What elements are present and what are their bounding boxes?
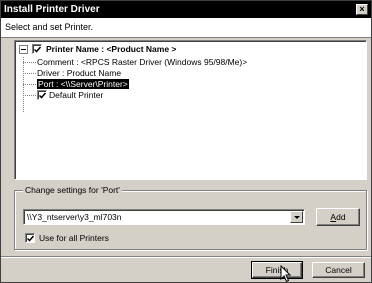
dropdown-arrow-icon[interactable] <box>290 211 303 223</box>
instruction-banner: Select and set Printer. <box>1 18 371 38</box>
tree-node-printer-name[interactable]: Printer Name : <Product Name > <box>46 44 176 55</box>
port-combobox-value: \\Y3_ntserver\y3_ml703n <box>27 212 122 222</box>
port-combobox[interactable]: \\Y3_ntserver\y3_ml703n <box>23 209 305 225</box>
tree-node-comment[interactable]: Comment : <RPCS Raster Driver (Windows 9… <box>37 57 247 68</box>
tree-node-port-label: Port : <\\Server\Printer> <box>37 79 129 89</box>
checkmark-icon <box>34 46 41 53</box>
tree-connector-line <box>23 95 36 96</box>
close-icon[interactable]: × <box>356 4 368 15</box>
default-printer-checkbox[interactable] <box>37 90 47 100</box>
printer-name-checkbox[interactable] <box>32 44 42 54</box>
window-title: Install Printer Driver <box>4 4 100 15</box>
use-for-all-printers-checkbox[interactable] <box>25 233 35 243</box>
checkmark-icon <box>27 235 34 242</box>
tree-connector-line <box>23 73 36 74</box>
tree-connector-line <box>23 62 36 63</box>
footer-divider-highlight <box>1 257 371 258</box>
add-button[interactable]: Add <box>316 208 360 226</box>
port-settings-group: Change settings for 'Port' \\Y3_ntserver… <box>14 185 367 250</box>
checkmark-icon <box>39 92 46 99</box>
install-printer-driver-window: Install Printer Driver × Select and set … <box>0 0 372 283</box>
tree-node-driver[interactable]: Driver : Product Name <box>37 68 121 79</box>
tree-node-port[interactable]: Port : <\\Server\Printer> <box>37 79 129 90</box>
instruction-text: Select and set Printer. <box>5 22 94 32</box>
finish-button[interactable]: Finish <box>251 261 303 279</box>
tree-node-default-printer[interactable]: Default Printer <box>49 90 103 101</box>
mouse-pointer-icon <box>280 265 292 283</box>
port-settings-group-label: Change settings for 'Port' <box>23 185 122 196</box>
cancel-button[interactable]: Cancel <box>312 262 365 278</box>
tree-connector-line <box>23 84 36 85</box>
title-bar: Install Printer Driver × <box>1 1 371 18</box>
printer-tree: Printer Name : <Product Name > Comment :… <box>14 40 367 180</box>
use-for-all-printers-label[interactable]: Use for all Printers <box>39 233 109 244</box>
tree-expander-minus-icon[interactable] <box>19 45 28 54</box>
